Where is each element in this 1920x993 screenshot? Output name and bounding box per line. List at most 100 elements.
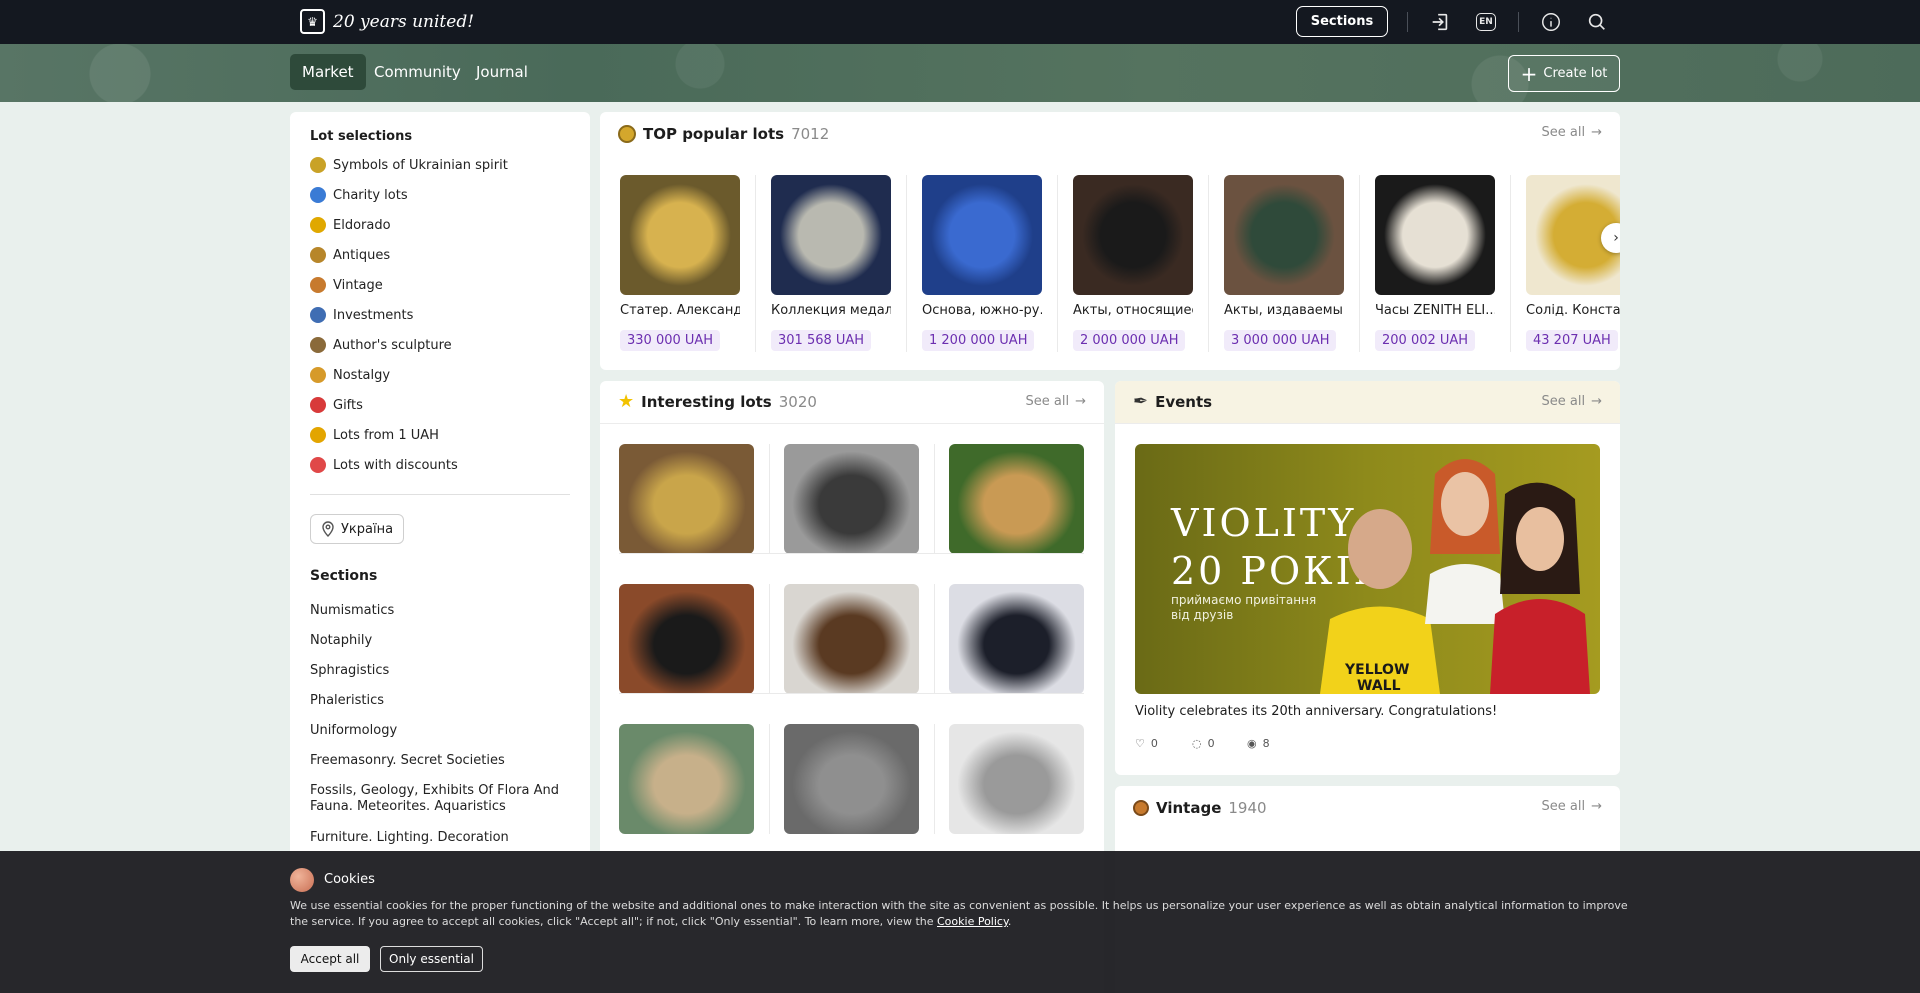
interesting-lot-image[interactable] — [949, 724, 1084, 834]
cookie-policy-link[interactable]: Cookie Policy — [937, 915, 1008, 928]
lot-price: 2 000 000 UAH — [1073, 330, 1186, 351]
tab-journal[interactable]: Journal — [464, 54, 540, 90]
sidebar-item-nostalgy[interactable]: Nostalgy — [310, 367, 390, 383]
sidebar-item-lots-from-1-uah[interactable]: Lots from 1 UAH — [310, 427, 439, 443]
event-caption[interactable]: Violity celebrates its 20th anniversary.… — [1135, 704, 1497, 719]
lot-image[interactable] — [771, 175, 891, 295]
section-link[interactable]: Notaphily — [310, 633, 570, 649]
top-lots-header: TOP popular lots 7012 — [600, 112, 1620, 155]
eye-icon: ◉ — [1247, 737, 1257, 750]
views-stat: ◉ 8 — [1247, 737, 1270, 750]
language-switch[interactable]: EN — [1474, 10, 1498, 34]
interesting-lot-image[interactable] — [619, 584, 754, 694]
lot-name[interactable]: Основа, южно-ру... — [922, 303, 1042, 318]
likes-stat[interactable]: ♡ 0 — [1135, 737, 1158, 750]
only-essential-button[interactable]: Only essential — [380, 946, 483, 972]
divider — [769, 584, 770, 694]
lot-image[interactable] — [620, 175, 740, 295]
sidebar-item-lots-with-discounts[interactable]: Lots with discounts — [310, 457, 458, 473]
divider — [769, 444, 770, 554]
top-lots-count: 7012 — [791, 124, 830, 143]
sections-button[interactable]: Sections — [1296, 6, 1388, 37]
lot-price: 1 200 000 UAH — [922, 330, 1035, 351]
sections-title: Sections — [310, 568, 378, 584]
sidebar-item-author-s-sculpture[interactable]: Author's sculpture — [310, 337, 452, 353]
login-icon[interactable] — [1428, 10, 1452, 34]
interesting-lot-image[interactable] — [784, 444, 919, 554]
section-link[interactable]: Fossils, Geology, Exhibits Of Flora And … — [310, 783, 570, 815]
section-link[interactable]: Sphragistics — [310, 663, 570, 679]
location-pin-icon — [322, 521, 334, 537]
vintage-count: 1940 — [1228, 798, 1267, 817]
sidebar-item-eldorado[interactable]: Eldorado — [310, 217, 391, 233]
comment-icon: ◌ — [1192, 737, 1202, 750]
lot-name[interactable]: Солід. Констанц... — [1526, 303, 1620, 318]
info-icon[interactable] — [1539, 10, 1563, 34]
sidebar-item-symbols-of-ukrainian-spirit[interactable]: Symbols of Ukrainian spirit — [310, 157, 508, 173]
lot-price: 200 002 UAH — [1375, 330, 1476, 351]
logo-text: 20 years united! — [333, 11, 475, 32]
lot-image[interactable] — [922, 175, 1042, 295]
vintage-see-all[interactable]: See all → — [1542, 799, 1602, 814]
see-all-label: See all — [1541, 394, 1586, 409]
section-link[interactable]: Phaleristics — [310, 693, 570, 709]
interesting-lot-image[interactable] — [949, 584, 1084, 694]
lot-name[interactable]: Акты, относящиес... — [1073, 303, 1193, 318]
accept-all-button[interactable]: Accept all — [290, 946, 370, 972]
language-code: EN — [1476, 13, 1496, 31]
location-button[interactable]: Україна — [310, 514, 405, 544]
lot-card[interactable]: Основа, южно-ру... 1 200 000 UAH — [922, 175, 1042, 351]
section-link[interactable]: Freemasonry. Secret Societies — [310, 753, 570, 769]
plus-icon: + — [1520, 61, 1538, 86]
lot-card[interactable]: Солід. Констанц... 43 207 UAH — [1526, 175, 1620, 351]
lot-card[interactable]: Акты, издаваемы... 3 000 000 UAH — [1224, 175, 1344, 351]
sidebar-item-charity-lots[interactable]: Charity lots — [310, 187, 408, 203]
search-icon[interactable] — [1585, 10, 1609, 34]
interesting-lot-image[interactable] — [949, 444, 1084, 554]
lot-name[interactable]: Статер. Александ... — [620, 303, 740, 318]
interesting-lot-image[interactable] — [784, 584, 919, 694]
cookie-icon — [290, 868, 314, 892]
lot-image[interactable] — [1224, 175, 1344, 295]
lot-price: 43 207 UAH — [1526, 330, 1618, 351]
top-lots-see-all[interactable]: See all → — [1542, 125, 1602, 140]
lot-name[interactable]: Коллекция медал... — [771, 303, 891, 318]
award-icon — [618, 124, 636, 143]
top-lots-title: TOP popular lots — [643, 124, 785, 143]
interesting-lot-image[interactable] — [784, 724, 919, 834]
interesting-lot-image[interactable] — [619, 444, 754, 554]
arrow-right-icon: → — [1591, 394, 1602, 409]
sidebar-item-label: Lots with discounts — [333, 457, 458, 473]
logo[interactable]: ♛ 20 years united! — [300, 9, 474, 34]
lot-name[interactable]: Акты, издаваемы... — [1224, 303, 1344, 318]
interesting-lots-see-all[interactable]: See all → — [1026, 394, 1086, 409]
comments-stat[interactable]: ◌ 0 — [1192, 737, 1215, 750]
lot-card[interactable]: Статер. Александ... 330 000 UAH — [620, 175, 740, 351]
event-banner[interactable]: VIOLITY 20 РОКІВ приймаємо привітання ві… — [1135, 444, 1600, 694]
sidebar-item-antiques[interactable]: Antiques — [310, 247, 390, 263]
gold-coin-icon — [310, 217, 326, 233]
section-link[interactable]: Furniture. Lighting. Decoration — [310, 830, 570, 846]
sidebar-item-gifts[interactable]: Gifts — [310, 397, 363, 413]
lot-image[interactable] — [1073, 175, 1193, 295]
tab-market[interactable]: Market — [290, 54, 366, 90]
create-lot-button[interactable]: + Create lot — [1508, 55, 1620, 92]
sidebar-item-investments[interactable]: Investments — [310, 307, 413, 323]
person-woman-1 — [1425, 459, 1505, 624]
events-see-all[interactable]: See all → — [1542, 394, 1602, 409]
interesting-lot-image[interactable] — [619, 724, 754, 834]
section-link[interactable]: Numismatics — [310, 603, 570, 619]
lot-name[interactable]: Часы ZENITH ELI... — [1375, 303, 1495, 318]
sidebar-item-label: Author's sculpture — [333, 337, 452, 353]
see-all-label: See all — [1541, 125, 1586, 140]
top-lots-card: TOP popular lots 7012 See all → Статер. … — [600, 112, 1620, 370]
tab-community[interactable]: Community — [362, 54, 473, 90]
lot-image[interactable] — [1375, 175, 1495, 295]
lot-card[interactable]: Часы ZENITH ELI... 200 002 UAH — [1375, 175, 1495, 351]
sidebar-item-label: Investments — [333, 307, 414, 323]
lot-card[interactable]: Коллекция медал... 301 568 UAH — [771, 175, 891, 351]
sidebar-item-vintage[interactable]: Vintage — [310, 277, 383, 293]
discount-icon — [310, 457, 326, 473]
section-link[interactable]: Uniformology — [310, 723, 570, 739]
lot-card[interactable]: Акты, относящиес... 2 000 000 UAH — [1073, 175, 1193, 351]
